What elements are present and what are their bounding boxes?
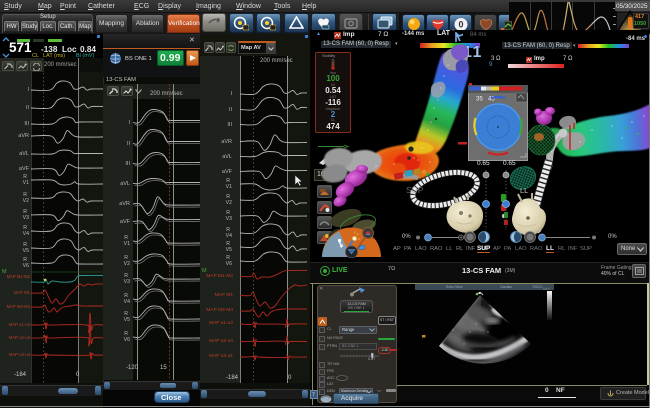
svg-text:SUP: SUP	[406, 185, 424, 195]
svg-text:LL: LL	[520, 186, 528, 195]
svg-text:0: 0	[458, 19, 463, 29]
svg-text:35: 35	[476, 97, 483, 103]
